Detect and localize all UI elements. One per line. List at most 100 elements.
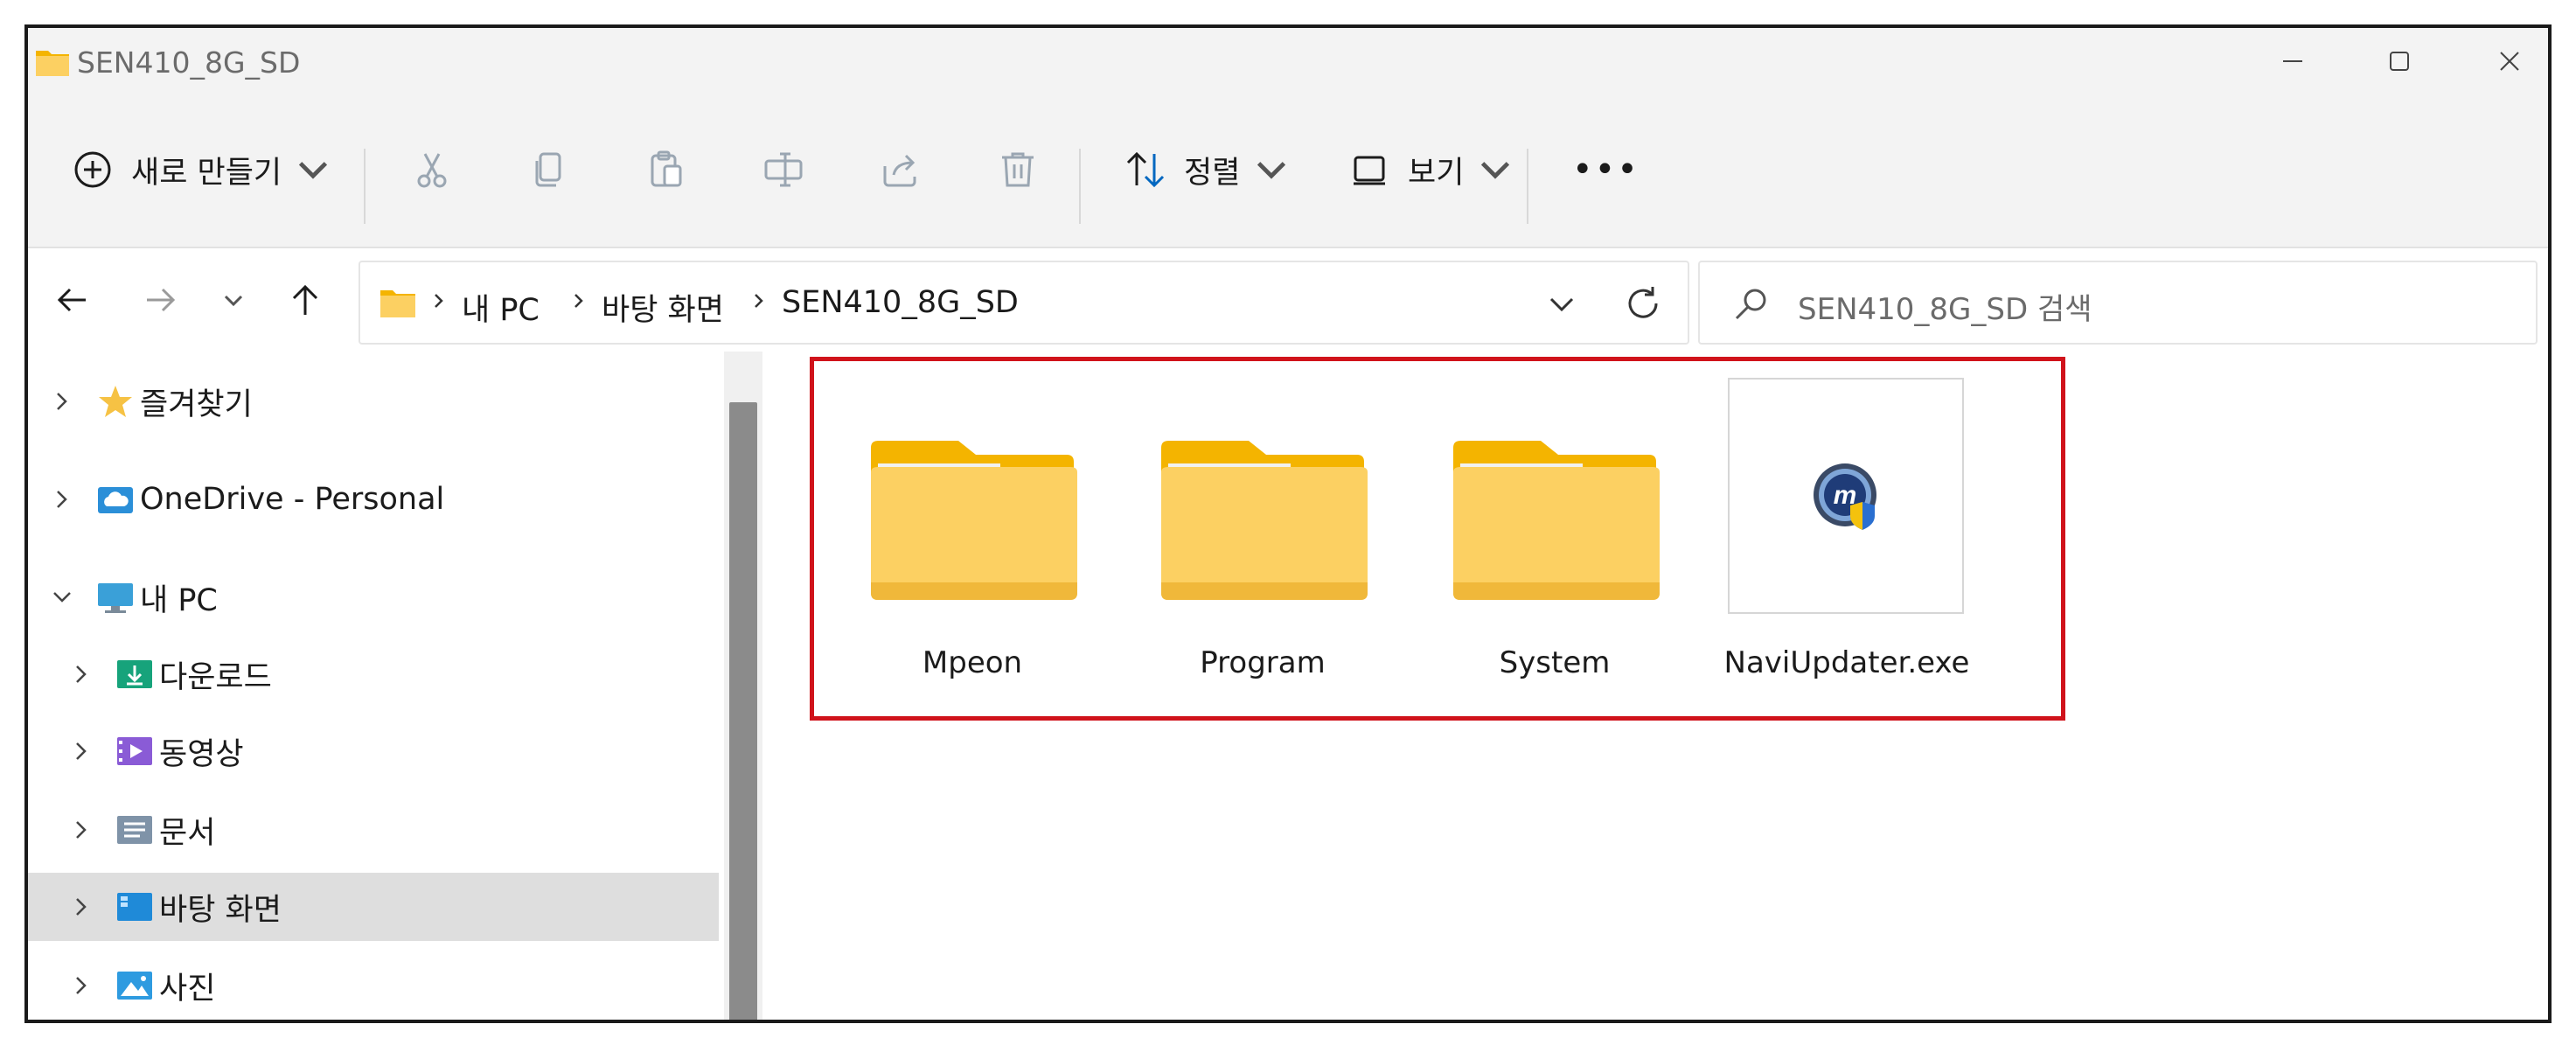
sort-icon — [1126, 151, 1165, 188]
more-icon: ••• — [1572, 150, 1640, 190]
star-icon — [99, 386, 132, 417]
rename-icon — [764, 152, 803, 187]
search-icon — [1735, 289, 1766, 320]
recent-locations-button[interactable] — [203, 269, 264, 331]
arrow-up-icon — [292, 284, 318, 315]
chevron-right-icon — [57, 491, 67, 508]
search-box[interactable]: SEN410_8G_SD 검색 — [1698, 261, 2538, 345]
minimize-button[interactable] — [2240, 28, 2345, 94]
chevron-down-icon — [1257, 162, 1286, 179]
plus-circle-icon — [74, 151, 111, 188]
file-name: NaviUpdater.exe — [1723, 645, 1970, 680]
file-name: Mpeon — [922, 645, 1023, 680]
back-button[interactable] — [42, 269, 103, 331]
nav-label: 문서 — [159, 815, 216, 851]
file-list: Mpeon Program System m NaviUpdater.exe — [762, 352, 2548, 1020]
folder-icon — [1453, 441, 1660, 600]
search-input[interactable]: SEN410_8G_SD 검색 — [1798, 285, 2092, 328]
toolbar-separator — [1527, 149, 1528, 224]
close-icon — [2500, 52, 2519, 71]
toolbar-separator — [364, 149, 366, 224]
paste-button[interactable] — [645, 138, 687, 201]
share-icon — [883, 154, 916, 187]
nav-label: OneDrive - Personal — [140, 482, 445, 517]
navigation-pane: 즐겨찾기 OneDrive - Personal 내 PC 다운로드 동영상 문… — [28, 352, 719, 1020]
maximize-icon — [2390, 52, 2409, 71]
delete-button[interactable] — [997, 138, 1039, 201]
explorer-window: SEN410_8G_SD 새로 만들기 정렬 보기 ••• 내 PC 바탕 화면… — [24, 24, 2552, 1023]
nav-item-downloads[interactable]: 다운로드 — [28, 640, 719, 708]
view-icon — [1354, 156, 1385, 185]
arrow-left-icon — [57, 288, 86, 312]
view-label: 보기 — [1408, 155, 1465, 191]
toolbar-separator — [1079, 149, 1081, 224]
nav-item-pictures[interactable]: 사진 — [28, 951, 719, 1020]
forward-button[interactable] — [129, 269, 191, 331]
sort-label: 정렬 — [1184, 155, 1241, 191]
nav-item-favorites[interactable]: 즐겨찾기 — [28, 367, 719, 435]
desktop-folder-icon — [117, 893, 152, 921]
chevron-right-icon — [57, 393, 67, 410]
onedrive-folder-icon — [98, 487, 133, 513]
trash-icon — [1002, 152, 1034, 187]
file-thumbnail: m — [1728, 378, 1964, 614]
sort-button[interactable]: 정렬 — [1124, 138, 1292, 201]
nav-label: 바탕 화면 — [159, 892, 282, 928]
new-button[interactable]: 새로 만들기 — [72, 138, 334, 201]
app-icon: m — [1814, 463, 1876, 530]
more-button[interactable]: ••• — [1572, 138, 1640, 201]
nav-scrollbar[interactable] — [724, 352, 762, 1020]
pictures-folder-icon — [117, 972, 152, 1000]
computer-icon — [98, 583, 133, 613]
chevron-down-icon — [53, 592, 71, 603]
chevron-down-icon[interactable] — [1544, 287, 1579, 322]
nav-item-documents[interactable]: 문서 — [28, 796, 719, 864]
maximize-button[interactable] — [2347, 28, 2452, 94]
nav-label: 즐겨찾기 — [140, 387, 253, 422]
up-button[interactable] — [275, 269, 336, 331]
file-item-folder[interactable]: Program — [1131, 378, 1394, 693]
nav-label: 다운로드 — [159, 659, 272, 695]
nav-item-this-pc[interactable]: 내 PC — [28, 563, 719, 631]
view-button[interactable]: 보기 — [1348, 138, 1516, 201]
breadcrumb-current-folder[interactable]: SEN410_8G_SD — [782, 285, 1019, 320]
command-bar: 새로 만들기 정렬 보기 ••• — [28, 100, 2548, 248]
chevron-down-icon — [1481, 162, 1510, 179]
file-item-exe[interactable]: m NaviUpdater.exe — [1716, 378, 1978, 693]
rename-button[interactable] — [762, 138, 804, 201]
close-button[interactable] — [2457, 28, 2548, 94]
folder-icon — [871, 441, 1077, 600]
refresh-icon[interactable] — [1623, 283, 1663, 324]
chevron-right-icon — [76, 821, 87, 839]
video-folder-icon — [117, 737, 152, 765]
copy-button[interactable] — [528, 138, 570, 201]
nav-label: 동영상 — [159, 736, 244, 772]
chevron-right-icon — [755, 294, 763, 308]
chevron-down-icon — [299, 162, 328, 179]
nav-label: 내 PC — [140, 582, 218, 618]
scrollbar-thumb[interactable] — [729, 402, 757, 1020]
chevron-right-icon — [76, 665, 87, 683]
chevron-right-icon — [76, 977, 87, 994]
download-folder-icon — [117, 660, 152, 688]
arrow-right-icon — [147, 288, 176, 312]
chevron-right-icon — [76, 898, 87, 916]
chevron-right-icon — [435, 294, 443, 308]
address-bar[interactable]: 내 PC 바탕 화면 SEN410_8G_SD — [359, 261, 1689, 345]
share-button[interactable] — [880, 138, 922, 201]
folder-icon — [36, 51, 69, 76]
file-name: System — [1499, 645, 1611, 680]
file-item-folder[interactable]: Mpeon — [841, 378, 1104, 693]
cut-button[interactable] — [411, 138, 453, 201]
file-name: Program — [1200, 645, 1326, 680]
scissors-icon — [417, 153, 447, 188]
nav-item-desktop[interactable]: 바탕 화면 — [28, 873, 719, 941]
title-bar: SEN410_8G_SD — [28, 28, 2548, 100]
minimize-icon — [2283, 60, 2302, 62]
file-item-folder[interactable]: System — [1424, 378, 1686, 693]
nav-item-onedrive[interactable]: OneDrive - Personal — [28, 465, 719, 533]
copy-icon — [535, 152, 561, 187]
nav-item-videos[interactable]: 동영상 — [28, 717, 719, 785]
breadcrumb-this-pc[interactable]: 내 PC — [462, 285, 540, 330]
breadcrumb-desktop[interactable]: 바탕 화면 — [602, 285, 724, 330]
